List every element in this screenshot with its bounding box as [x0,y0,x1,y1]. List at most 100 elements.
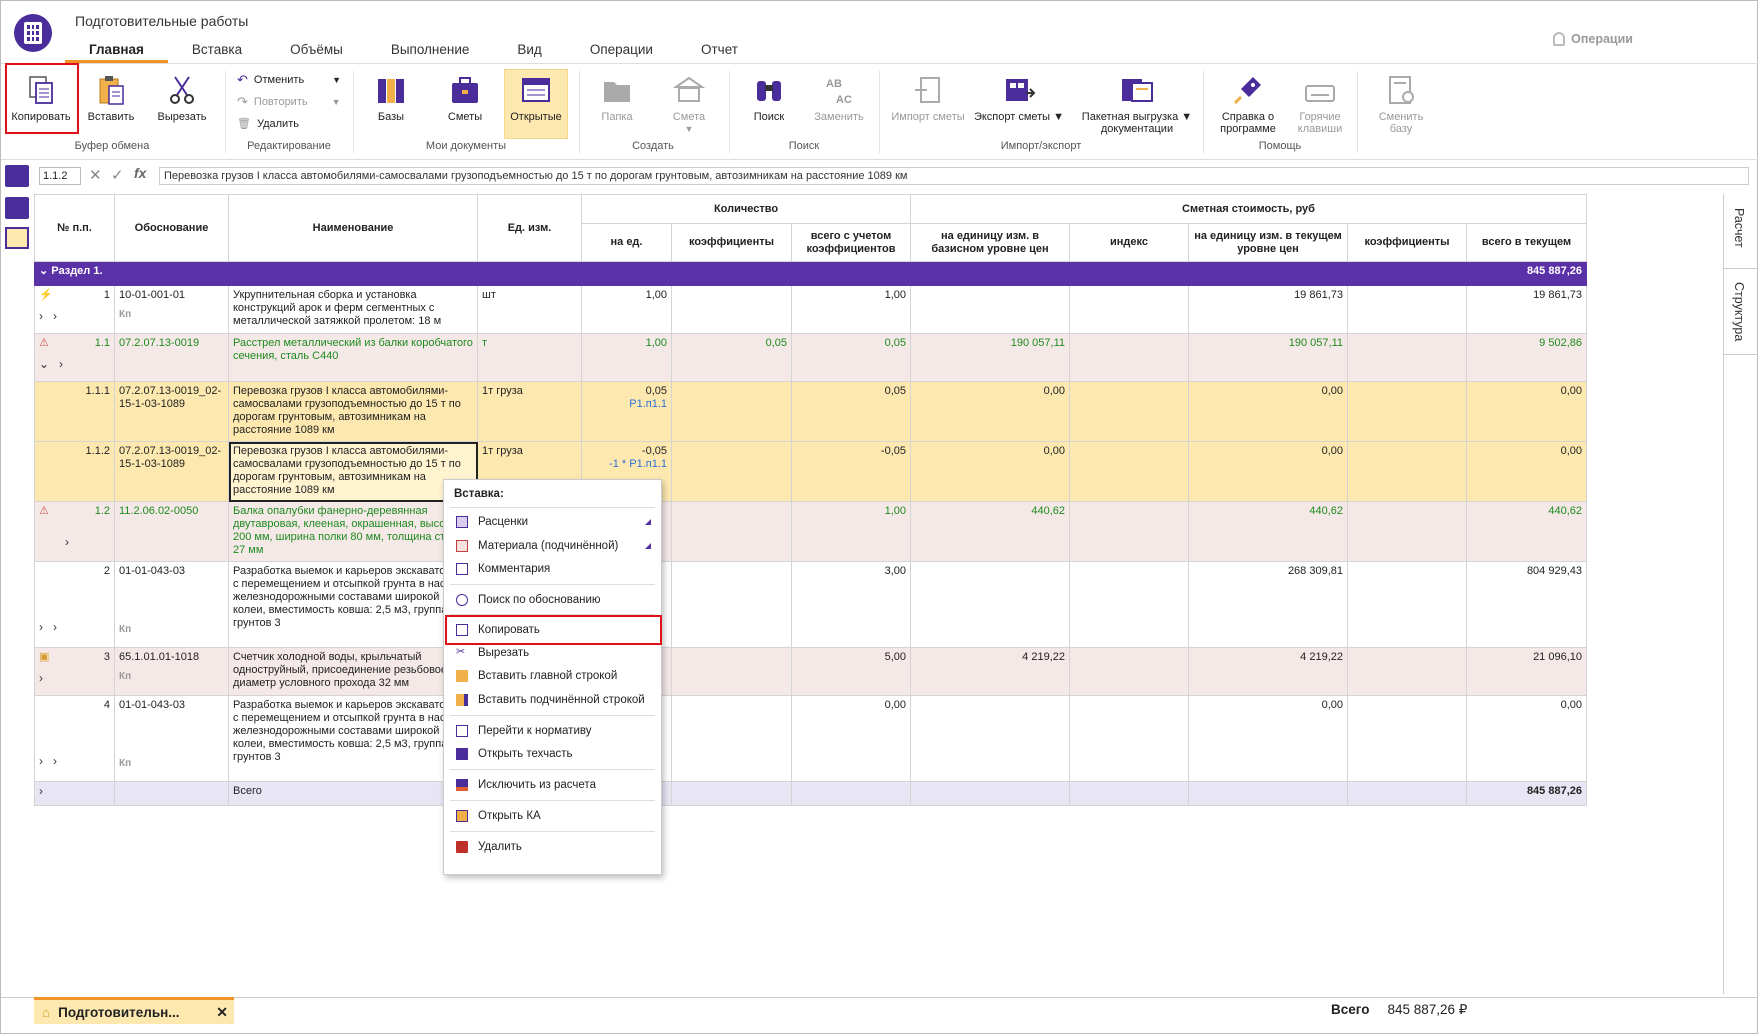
operations-button[interactable]: Операции [1553,32,1633,46]
list-side-icon[interactable] [5,227,29,249]
change-base-button[interactable]: Сменить базу [1371,73,1431,135]
cancel-icon[interactable]: ✕ [89,166,102,184]
col-coef2[interactable]: коэффициенты [1347,223,1467,262]
tab-operations[interactable]: Операции [566,39,677,63]
grid-toggle-icon[interactable] [5,165,29,187]
menu-item-paste-child[interactable]: Вставить подчинённой строкой [444,689,661,711]
table-row[interactable]: ⚡ 1 › › 10-01-001-01 Кп Укрупнительная сбор… [34,285,1587,334]
window-title: Подготовительные работы [75,13,249,29]
col-total-coef[interactable]: всего с учетом коэффициентов [791,223,911,262]
app-logo[interactable] [14,14,52,52]
col-unit[interactable]: Ед. изм. [477,194,582,262]
col-total-cur[interactable]: всего в текущем [1466,223,1587,262]
tab-structure[interactable]: Структура [1732,282,1746,341]
col-base-price[interactable]: на единицу изм. в базисном уровне цен [910,223,1070,262]
menu-item-open-ka[interactable]: Открыть КА [444,805,661,827]
building-icon: ⌂ [42,1004,51,1020]
confirm-icon[interactable]: ✓ [111,166,124,184]
table-row[interactable]: ▣ 3 › 65.1.01.01-1018 Кп Счетчик холодной в… [34,647,1587,696]
tab-execution[interactable]: Выполнение [367,39,494,63]
bases-icon [378,79,404,103]
table-row[interactable]: 1.1.1 07.2.07.13-0019_02-15-1-03-1089 Пе… [34,381,1587,442]
redo-button[interactable]: ↷ Повторить ▼ [237,94,341,110]
menu-item-exclude[interactable]: Исключить из расчета [444,774,661,796]
table-row[interactable]: 2 › › 01-01-043-03 Кп Разработка выемок и … [34,561,1587,648]
warning-icon: ⚠ [39,337,49,349]
footer-total: Всего 845 887,26 ₽ [1331,1002,1468,1017]
tab-main[interactable]: Главная [65,39,168,63]
bases-button[interactable]: Базы [365,73,417,123]
table-row[interactable]: ⚠ 1.1 ⌄ › 07.2.07.13-0019 Расстрел металли… [34,333,1587,382]
group-search: Поиск [788,140,820,152]
import-button[interactable]: Импорт сметы [889,73,967,123]
context-menu-header: Вставка: [454,488,504,500]
table-row[interactable]: 4 › › 01-01-043-03 Кп Разработка выемок и … [34,695,1587,782]
menu-item-goto-norm[interactable]: Перейти к нормативу [444,720,661,742]
col-cur-price[interactable]: на единицу изм. в текущем уровне цен [1188,223,1348,262]
total-row[interactable]: › Всего 845 887,26 [34,781,1587,806]
col-name[interactable]: Наименование [228,194,478,262]
tab-report[interactable]: Отчет [677,39,762,63]
cell-reference[interactable]: 1.1.2 [39,167,81,185]
menu-item-material[interactable]: Материала (подчинённой) [444,535,661,557]
menu-item-paste-main[interactable]: Вставить главной строкой [444,665,661,687]
paste-button[interactable]: Вставить [81,73,141,123]
group-clipboard: Буфер обмена [74,140,150,152]
replace-button[interactable]: AB AC Заменить [809,73,869,123]
document-tab[interactable]: ⌂ Подготовительн... ✕ [34,997,234,1024]
col-basis[interactable]: Обоснование [114,194,229,262]
menu-item-search-basis[interactable]: Поиск по обоснованию [444,589,661,611]
paste-child-icon [456,694,468,706]
close-icon[interactable]: ✕ [216,1004,228,1021]
undo-button[interactable]: ↶ Отменить ▼ [237,72,341,88]
exclude-icon [456,779,468,791]
import-icon [915,77,940,103]
col-coef[interactable]: коэффициенты [671,223,792,262]
cut-button[interactable]: Вырезать [151,73,213,123]
section-row[interactable]: ⌄ Раздел 1. 845 887,26 [34,261,1587,286]
table-row[interactable]: 1.1.2 07.2.07.13-0019_02-15-1-03-1089 Пе… [34,441,1587,502]
paste-icon [99,76,124,105]
briefcase-icon [452,77,478,103]
export-button[interactable]: Экспорт сметы ▼ [971,73,1067,123]
batch-export-button[interactable]: Пакетная выгрузка ▼ документации [1077,73,1197,135]
bell-icon [1553,32,1566,46]
menu-item-cut[interactable]: ✂ Вырезать [444,642,661,664]
tab-volumes[interactable]: Объёмы [266,39,367,63]
keyboard-icon [1305,85,1335,102]
menu-item-comment[interactable]: Комментария [444,558,661,580]
group-help: Помощь [1258,140,1302,152]
paste-main-icon [456,670,468,682]
col-num[interactable]: № п.п. [34,194,115,262]
col-index[interactable]: индекс [1069,223,1189,262]
batch-export-icon [1122,79,1153,102]
about-button[interactable]: Справка о программе [1215,73,1281,135]
expand-icon[interactable]: › › [39,310,110,323]
chevron-down-icon[interactable]: ⌄ [39,265,48,277]
context-menu: Вставка: Расценки Материала (подчинённой… [443,479,662,875]
open-docs-button[interactable]: Открытые [506,73,566,123]
formula-input[interactable]: Перевозка грузов I класса автомобилями-с… [159,167,1749,185]
col-per-unit[interactable]: на ед. [581,223,672,262]
estimate-side-icon[interactable] [5,197,29,219]
col-group-cost: Сметная стоимость, руб [910,194,1587,224]
folder-button[interactable]: Папка [591,73,643,123]
menu-item-rates[interactable]: Расценки [444,511,661,533]
hotkeys-button[interactable]: Горячие клавиши [1289,73,1351,135]
delete-button[interactable]: 🗑 Удалить [237,117,299,131]
col-group-qty: Количество [581,194,911,224]
group-import-export: Импорт/экспорт [1000,140,1082,152]
estimate-button[interactable]: Смета ▼ [661,73,717,135]
tab-insert[interactable]: Вставка [168,39,266,63]
menu-item-delete[interactable]: Удалить [444,836,661,858]
table-row[interactable]: ⚠ 1.2 › 11.2.06.02-0050 Балка опалубки фан… [34,501,1587,562]
comment-icon [456,563,468,575]
menu-item-tech-part[interactable]: Открыть техчасть [444,743,661,765]
side-panel: Расчет Структура [1723,194,1758,994]
tab-view[interactable]: Вид [493,39,565,63]
building-icon [672,76,706,102]
tab-calc[interactable]: Расчет [1732,208,1746,248]
estimates-button[interactable]: Сметы [437,73,493,123]
search-basis-icon [456,594,468,606]
search-button[interactable]: Поиск [743,73,795,123]
